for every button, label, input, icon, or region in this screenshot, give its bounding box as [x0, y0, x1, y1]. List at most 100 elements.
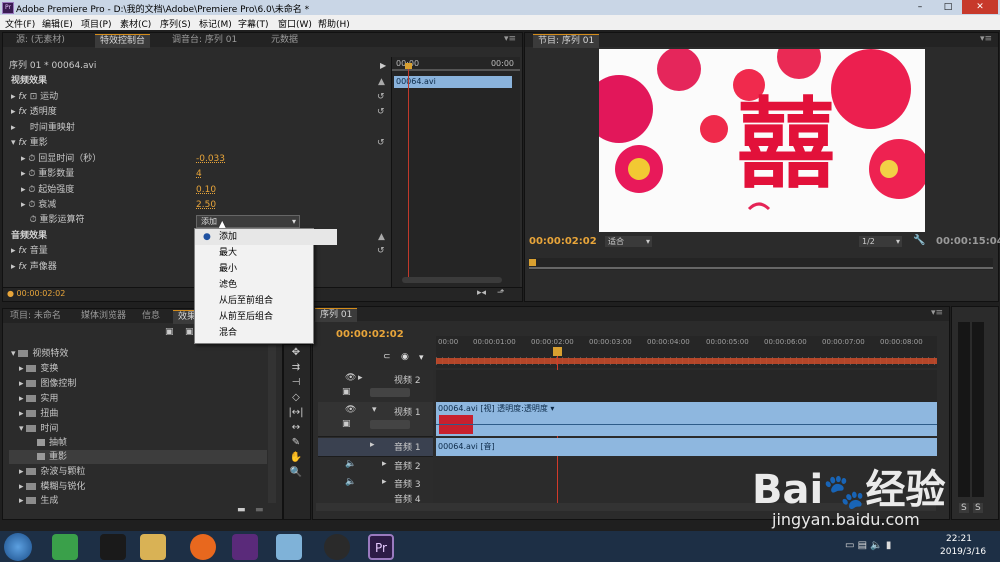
menu-sequence[interactable]: 序列(S)	[160, 17, 191, 30]
collapse-arrow-icon[interactable]: ▸	[382, 477, 387, 487]
tree-item[interactable]: ▸ 变换	[19, 362, 58, 376]
zoom-tool-icon[interactable]: 🔍	[287, 467, 305, 481]
param-value-start-intensity[interactable]: 0.10	[196, 185, 216, 195]
tree-item[interactable]: ▸ 生成	[19, 494, 58, 508]
tree-item[interactable]: ▸ 模糊与锐化	[19, 480, 85, 494]
razor-tool-icon[interactable]: ◇	[287, 392, 305, 406]
tab-metadata[interactable]: 元数据	[266, 34, 303, 47]
ripple-edit-tool-icon[interactable]: ⊣	[287, 377, 305, 391]
taskbar-explorer-icon[interactable]	[140, 534, 166, 560]
param-value-echo-time[interactable]: -0.033	[196, 154, 225, 164]
taskbar-qq-icon[interactable]	[100, 534, 126, 560]
tray-icons[interactable]: ▭ ▤ 🔈 ▮	[845, 540, 891, 551]
menu-option-screen[interactable]: 滤色	[195, 277, 337, 293]
reset-opacity-icon[interactable]: ↺	[377, 107, 385, 117]
opacity-line[interactable]	[436, 424, 937, 425]
new-bin-icon[interactable]: ▣	[165, 327, 174, 337]
track-header-audio1[interactable]: ▸ 音频 1	[318, 438, 433, 457]
taskbar-record-icon[interactable]	[324, 534, 350, 560]
keyframe-controls[interactable]	[370, 388, 410, 397]
tree-item[interactable]: ▸ 扭曲	[19, 407, 58, 421]
tree-item[interactable]: ▸ 杂波与颗粒	[19, 465, 85, 479]
export-icon[interactable]: ⬏	[497, 288, 505, 298]
tab-project[interactable]: 项目: 未命名	[5, 310, 66, 323]
mini-playhead-handle[interactable]	[405, 63, 412, 69]
clock-date[interactable]: 2019/3/16	[940, 547, 986, 557]
tab-source[interactable]: 源: (无素材)	[11, 34, 70, 47]
collapse-arrow-icon[interactable]: ▸	[370, 440, 375, 450]
collapse-arrow-icon[interactable]: ▸	[382, 459, 387, 469]
mini-playhead[interactable]	[408, 65, 409, 283]
menu-option-max[interactable]: 最大	[195, 245, 337, 261]
track-header-video1[interactable]: 👁 ▾ 视频 1 ▣	[318, 402, 433, 437]
slip-tool-icon[interactable]: |↔|	[287, 407, 305, 421]
taskbar-premiere-icon[interactable]: Pr	[368, 534, 394, 560]
video-clip[interactable]: 00064.avi [视] 透明度:透明度 ▾	[436, 402, 937, 436]
work-area-bar[interactable]	[436, 358, 937, 364]
selection-tool-icon[interactable]: ✥	[287, 347, 305, 361]
menu-option-add[interactable]: ● 添加	[195, 229, 337, 245]
program-current-time[interactable]: 00:00:02:02	[529, 236, 597, 247]
param-row[interactable]: ▸ ⏱ 衰减	[21, 198, 56, 213]
tab-effect-controls[interactable]: 特效控制台	[95, 34, 151, 48]
menu-marker[interactable]: 标记(M)	[199, 17, 232, 30]
new-folder-icon[interactable]: ▬	[237, 505, 246, 515]
effect-row-panner[interactable]: ▸ fx 声像器	[11, 260, 57, 275]
timeline-timecode[interactable]: 00:00:02:02	[336, 329, 404, 340]
tab-media-browser[interactable]: 媒体浏览器	[76, 310, 131, 323]
delete-icon[interactable]: ▬	[255, 505, 264, 515]
track-header-video2[interactable]: 👁 ▸ 视频 2 ▣	[318, 370, 433, 403]
menu-project[interactable]: 项目(P)	[81, 17, 111, 30]
loop-icon[interactable]: ▸◂	[477, 288, 486, 298]
taskbar-window-icon[interactable]	[276, 534, 302, 560]
menu-help[interactable]: 帮助(H)	[318, 17, 350, 30]
keyframe-controls[interactable]	[370, 420, 410, 429]
timeline-playhead-handle[interactable]	[553, 347, 562, 356]
audio-clip[interactable]: 00064.avi [音]	[436, 438, 937, 456]
tree-item-selected[interactable]: 重影	[9, 450, 267, 464]
hand-tool-icon[interactable]: ✋	[287, 452, 305, 466]
lock-icon[interactable]: ▣	[342, 387, 351, 397]
accelerated-icon[interactable]: ▣	[185, 327, 194, 337]
solo-right-button[interactable]: S	[973, 503, 983, 513]
pen-tool-icon[interactable]: ✎	[287, 437, 305, 451]
menu-option-composite-front-back[interactable]: 从前至后组合	[195, 309, 337, 325]
program-video-frame[interactable]: 囍	[599, 49, 925, 232]
menu-option-blend[interactable]: 混合	[195, 325, 337, 341]
param-row[interactable]: ▸ ⏱ 重影数量	[21, 167, 74, 182]
minimize-button[interactable]: –	[906, 0, 934, 14]
tree-item[interactable]: 抽帧	[37, 436, 67, 450]
tab-info[interactable]: 信息	[137, 310, 165, 323]
menu-window[interactable]: 窗口(W)	[278, 17, 312, 30]
operator-dropdown[interactable]: 添加 ▾	[196, 215, 300, 228]
reset-volume-icon[interactable]: ↺	[377, 246, 385, 256]
speaker-icon[interactable]: 🔈	[345, 477, 356, 487]
menu-option-min[interactable]: 最小	[195, 261, 337, 277]
close-button[interactable]: ✕	[962, 0, 998, 14]
wrench-icon[interactable]: 🔧	[913, 235, 925, 246]
panel-menu-icon[interactable]: ▾≡	[980, 34, 992, 44]
effect-row-motion[interactable]: ▸ fx ⊡ 运动	[11, 90, 58, 105]
param-row[interactable]: ▸ ⏱ 起始强度	[21, 183, 74, 198]
speaker-icon[interactable]: 🔈	[345, 459, 356, 469]
zoom-fit-dropdown[interactable]: 适合 ▾	[605, 236, 652, 247]
track-select-tool-icon[interactable]: ⇉	[287, 362, 305, 376]
tree-item[interactable]: ▸ 实用	[19, 392, 58, 406]
program-scrubber[interactable]	[529, 258, 993, 270]
param-value-decay[interactable]: 2.50	[196, 200, 216, 210]
param-row[interactable]: ▸ ⏱ 回显时间（秒）	[21, 152, 101, 167]
reset-ghost-icon[interactable]: ↺	[377, 138, 385, 148]
panel-menu-icon[interactable]: ▾≡	[931, 308, 943, 318]
reset-motion-icon[interactable]: ↺	[377, 92, 385, 102]
expand-arrow-icon[interactable]: ▾	[372, 405, 377, 415]
effect-timecode[interactable]: ● 00:00:02:02	[7, 289, 65, 298]
effect-mini-timeline[interactable]: 00:00 00:00 00064.avi	[391, 57, 520, 291]
effect-row-ghost[interactable]: ▾ fx 重影	[11, 136, 48, 151]
tab-audio-mixer[interactable]: 调音台: 序列 01	[167, 34, 242, 47]
marker-icon[interactable]: ◉	[401, 352, 409, 362]
track-header-audio3[interactable]: 🔈 ▸ 音频 3	[318, 475, 433, 494]
effect-row-opacity[interactable]: ▸ fx 透明度	[11, 105, 57, 120]
param-value-ghost-count[interactable]: 4	[196, 169, 202, 179]
eye-icon[interactable]: 👁	[345, 373, 356, 383]
mini-scrollbar[interactable]	[402, 277, 502, 283]
